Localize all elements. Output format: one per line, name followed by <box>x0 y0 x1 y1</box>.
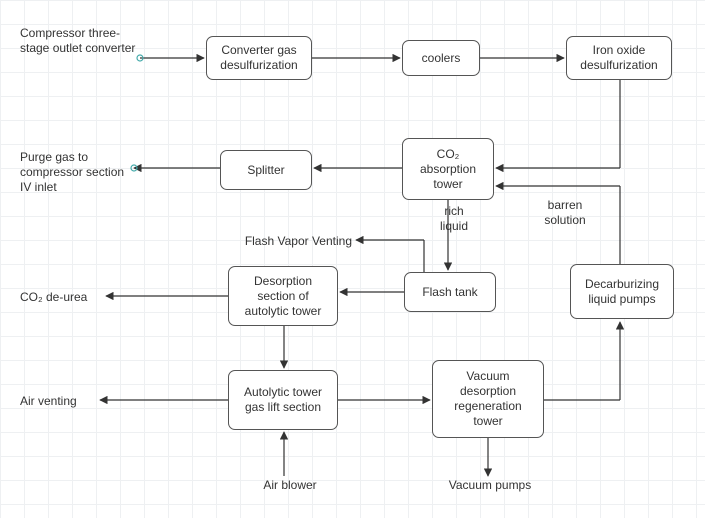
node-vacuum-regen-tower: Vacuum desorption regeneration tower <box>432 360 544 438</box>
node-splitter: Splitter <box>220 150 312 190</box>
node-desorption-section: Desorption section of autolytic tower <box>228 266 338 326</box>
node-air-blower: Air blower <box>250 478 330 493</box>
edge-label-rich-liquid: rich liquid <box>432 204 476 234</box>
node-air-venting: Air venting <box>20 394 110 409</box>
node-iron-oxide-desulfurization: Iron oxide desulfurization <box>566 36 672 80</box>
node-co2-absorption-tower: CO₂ absorption tower <box>402 138 494 200</box>
node-co2-deurea: CO₂ de-urea <box>20 290 120 305</box>
node-converter-gas-desulfurization: Converter gas desulfurization <box>206 36 312 80</box>
node-coolers: coolers <box>402 40 480 76</box>
node-autolytic-gaslift: Autolytic tower gas lift section <box>228 370 338 430</box>
edge-label-flash-vapor: Flash Vapor Venting <box>222 234 352 249</box>
node-flash-tank: Flash tank <box>404 272 496 312</box>
node-purge-gas: Purge gas to compressor section IV inlet <box>20 150 130 195</box>
edge-label-barren-solution: barren solution <box>532 198 598 228</box>
node-vacuum-pumps: Vacuum pumps <box>440 478 540 493</box>
node-decarburizing-pumps: Decarburizing liquid pumps <box>570 264 674 319</box>
node-compressor-outlet: Compressor three-stage outlet converter <box>20 26 140 56</box>
